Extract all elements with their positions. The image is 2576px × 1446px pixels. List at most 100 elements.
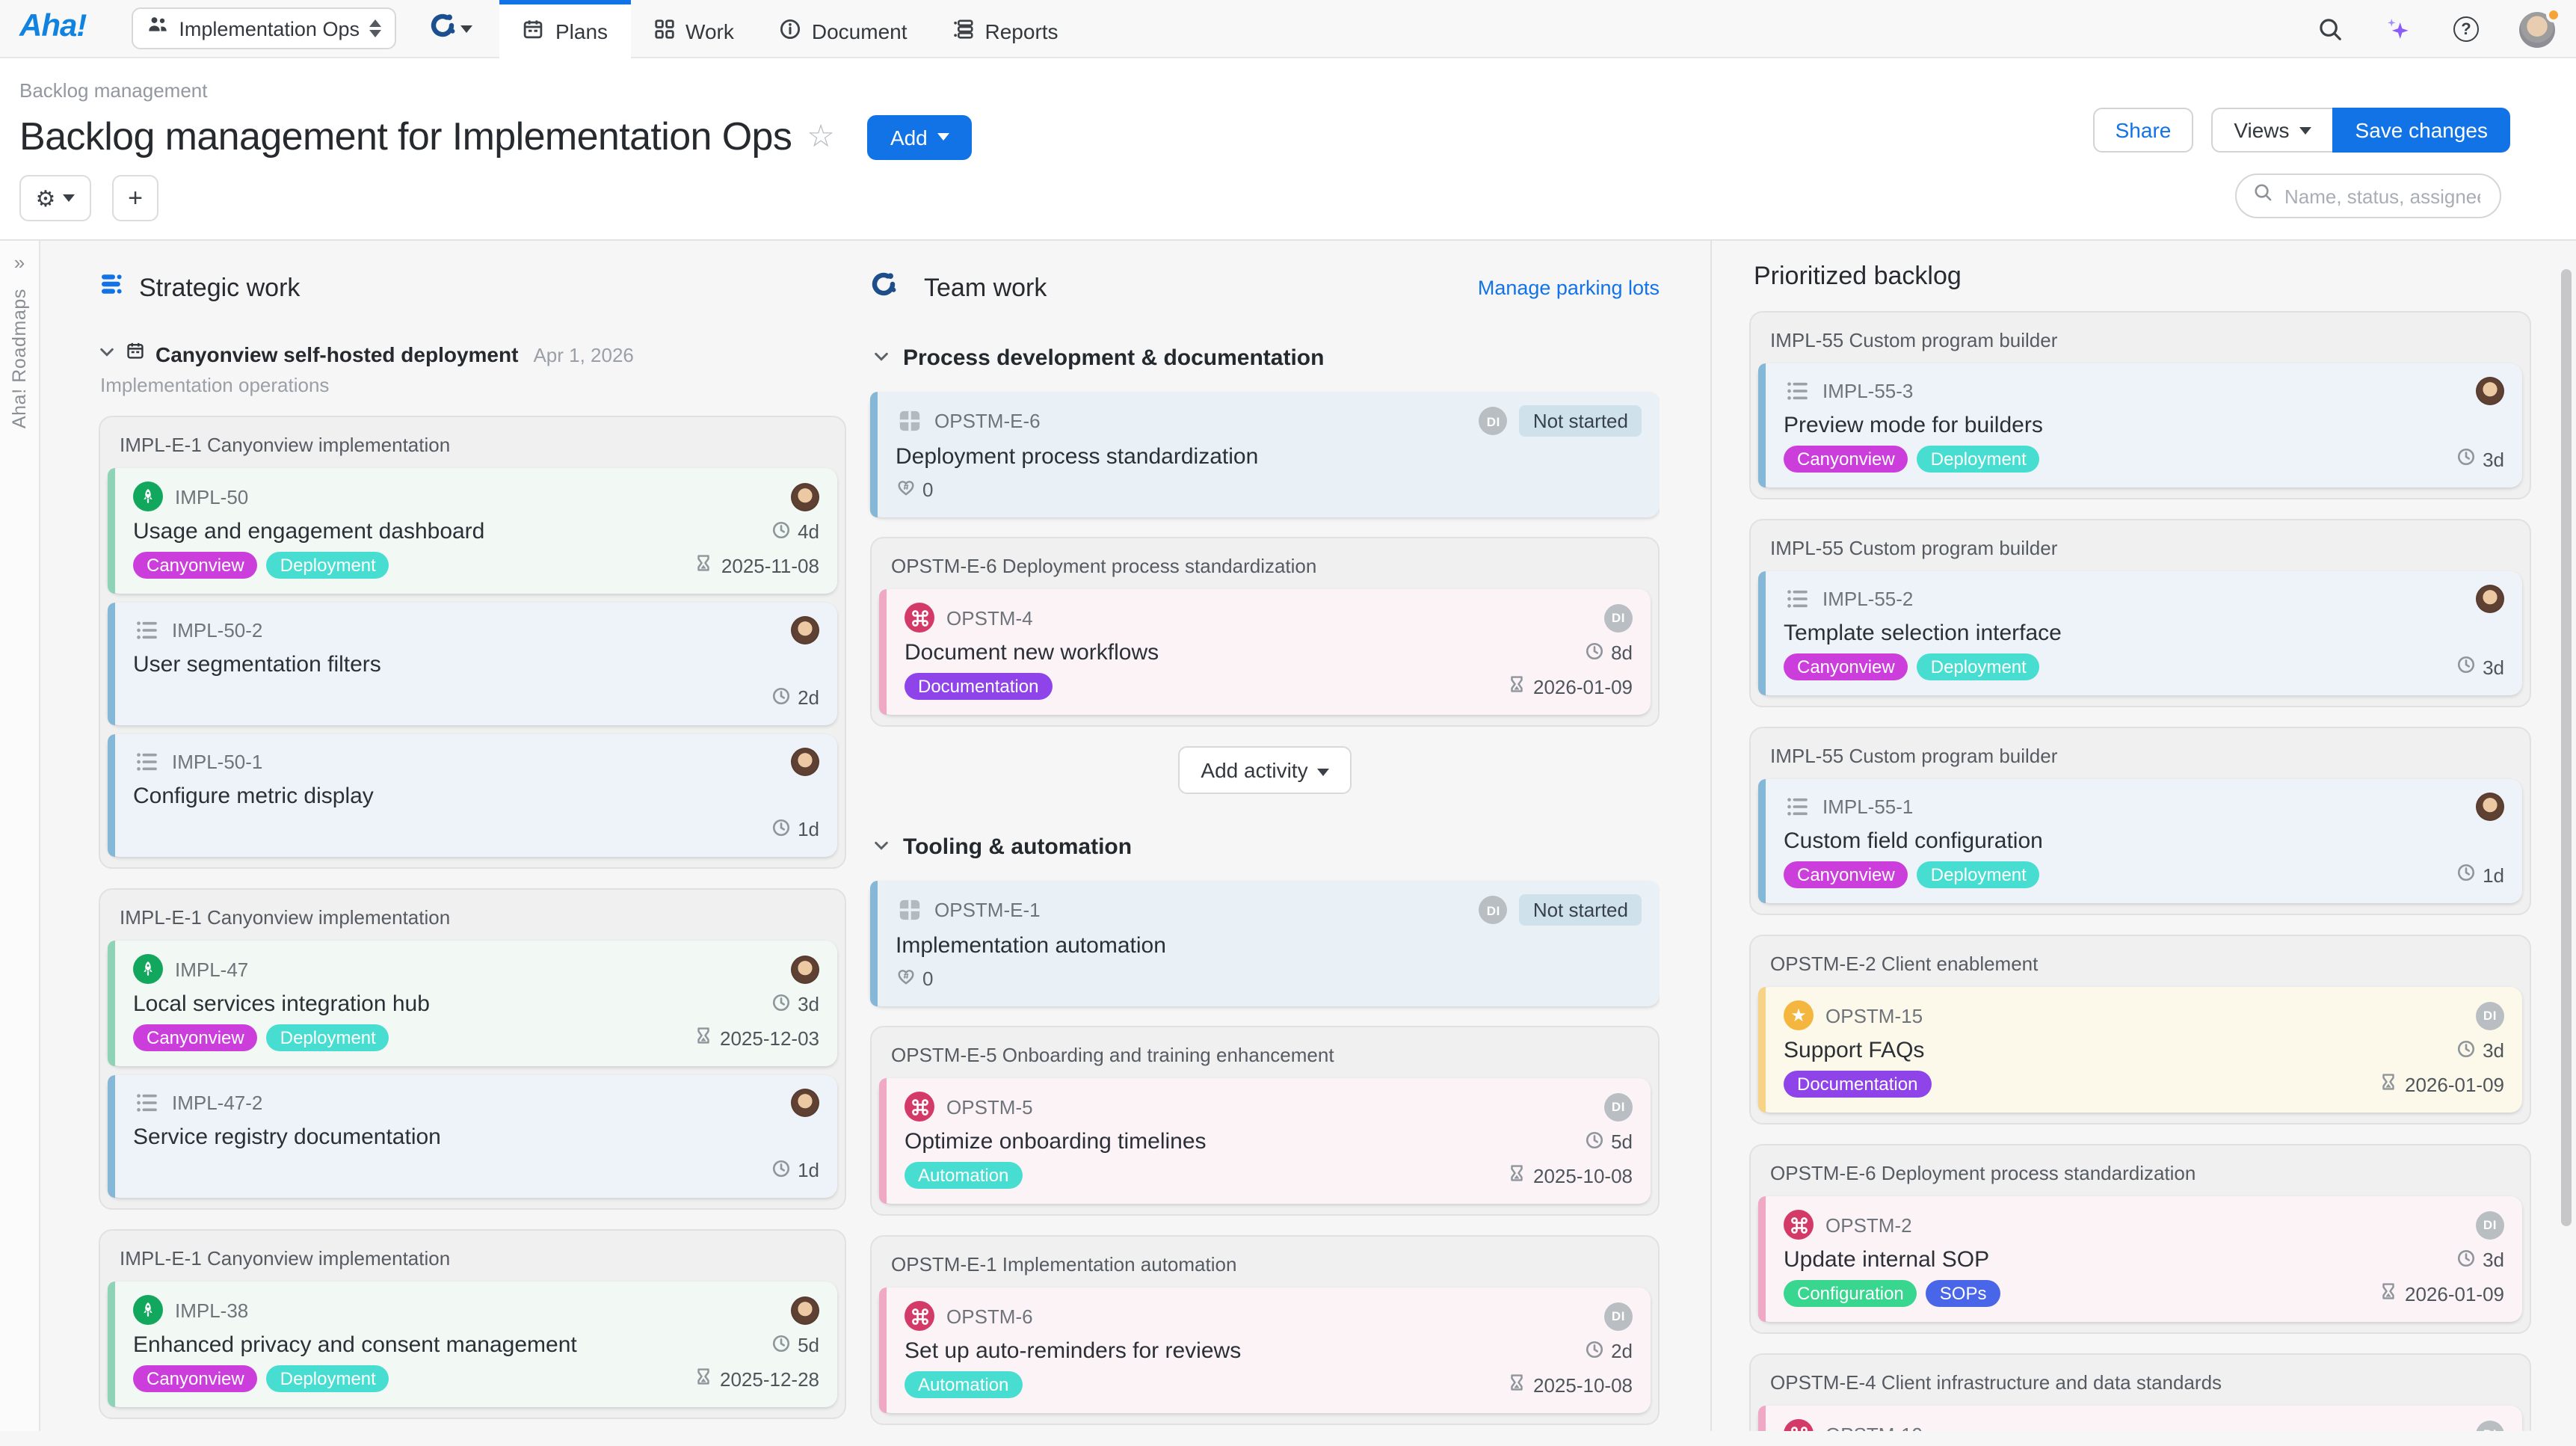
card-OPSTM-E-6[interactable]: OPSTM-E-6DINot startedDeployment process…: [870, 392, 1660, 517]
add-button[interactable]: Add: [868, 114, 973, 159]
card-accent-bar: [108, 468, 115, 594]
workspace-selector[interactable]: Implementation Ops: [131, 7, 397, 49]
tab-plans[interactable]: Plans: [500, 0, 630, 57]
card-accent-bar: [108, 734, 115, 857]
activity-icon: [905, 1301, 934, 1331]
card-id-row: OPSTM-5DI: [905, 1092, 1633, 1122]
card-OPSTM-6[interactable]: OPSTM-6DISet up auto-reminders for revie…: [879, 1287, 1651, 1413]
hourglass-icon: [2378, 1282, 2397, 1305]
group-header[interactable]: OPSTM-E-6 Deployment process standardiza…: [879, 546, 1651, 589]
meta-value: 8d: [1611, 642, 1633, 664]
card-IMPL-50-1[interactable]: IMPL-50-1Configure metric display1d: [108, 734, 837, 857]
release-date: Apr 1, 2026: [533, 343, 633, 366]
settings-gear-button[interactable]: ⚙: [19, 175, 91, 221]
card-IMPL-47[interactable]: IMPL-47Local services integration hub3dC…: [108, 941, 837, 1066]
card-accent-bar: [879, 1078, 887, 1204]
group-header[interactable]: IMPL-E-1 Canyonview implementation: [108, 1238, 837, 1282]
card-title-row: Configure metric display: [133, 784, 819, 809]
top-chrome: Aha! Implementation Ops PlansWorkDocumen…: [0, 0, 2576, 241]
ai-sparkle-icon[interactable]: [2383, 14, 2413, 44]
section-heading[interactable]: Process development & documentation: [873, 345, 1657, 371]
hourglass-icon: [1506, 1163, 1526, 1187]
card-title-row: Local services integration hub3d: [133, 991, 819, 1017]
card-OPSTM-5[interactable]: OPSTM-5DIOptimize onboarding timelines5d…: [879, 1078, 1651, 1204]
activity-icon: [1784, 1210, 1814, 1240]
card-IMPL-55-3[interactable]: IMPL-55-3Preview mode for buildersCanyon…: [1758, 363, 2522, 487]
card-IMPL-50[interactable]: IMPL-50Usage and engagement dashboard4dC…: [108, 468, 837, 594]
card-id-row: OPSTM-4DI: [905, 603, 1633, 633]
share-button[interactable]: Share: [2093, 108, 2194, 153]
epic-icon: [896, 896, 922, 923]
tab-document[interactable]: Document: [757, 0, 930, 57]
add-panel-button[interactable]: +: [112, 175, 158, 221]
section-heading[interactable]: Tooling & automation: [873, 834, 1657, 860]
duration-meta: 5d: [771, 1333, 819, 1357]
card-accent-bar: [870, 881, 878, 1006]
user-avatar[interactable]: [2519, 11, 2555, 47]
card-tags-row: CanyonviewDeployment3d: [1784, 653, 2504, 680]
group-header[interactable]: IMPL-E-1 Canyonview implementation: [108, 425, 837, 468]
filter-search-input[interactable]: [2281, 183, 2483, 209]
report-icon: [952, 17, 975, 44]
manage-parking-lots-link[interactable]: Manage parking lots: [1478, 277, 1660, 299]
group-header[interactable]: OPSTM-E-5 Onboarding and training enhanc…: [879, 1035, 1651, 1078]
card-IMPL-50-2[interactable]: IMPL-50-2User segmentation filters2d: [108, 603, 837, 725]
section-heading-label: Process development & documentation: [903, 345, 1324, 371]
card-tags-row: CanyonviewDeployment2025-11-08: [133, 552, 819, 579]
breadcrumb[interactable]: Backlog management: [0, 58, 2576, 102]
sidebar-product-label: Aha! Roadmaps: [9, 289, 30, 428]
tab-work[interactable]: Work: [630, 0, 757, 57]
save-changes-button[interactable]: Save changes: [2333, 108, 2510, 153]
strategic-work-title: Strategic work: [139, 273, 300, 303]
card-IMPL-55-2[interactable]: IMPL-55-2Template selection interfaceCan…: [1758, 571, 2522, 695]
views-button[interactable]: Views: [2211, 108, 2332, 153]
card-OPSTM-19[interactable]: OPSTM-19DIReview VPN setup process for c…: [1758, 1406, 2522, 1431]
help-icon[interactable]: ?: [2453, 16, 2479, 42]
card-title: User segmentation filters: [133, 652, 381, 677]
group-header[interactable]: OPSTM-E-4 Client infrastructure and data…: [1758, 1362, 2522, 1406]
group-header[interactable]: IMPL-55 Custom program builder: [1758, 528, 2522, 571]
tab-reports[interactable]: Reports: [930, 0, 1081, 57]
group-header[interactable]: IMPL-E-1 Canyonview implementation: [108, 897, 837, 941]
release-toggle[interactable]: Canyonview self-hosted deployment Apr 1,…: [99, 341, 846, 368]
card-id: IMPL-55-1: [1822, 796, 1913, 818]
release-header: Canyonview self-hosted deployment Apr 1,…: [99, 341, 846, 396]
requirement-list-icon: [1784, 585, 1811, 612]
expand-sidebar-icon[interactable]: »: [14, 251, 25, 274]
collapsed-sidebar[interactable]: » Aha! Roadmaps: [0, 241, 40, 1431]
scrollbar[interactable]: [2560, 241, 2573, 1431]
card-tags: CanyonviewDeployment: [133, 1365, 389, 1392]
group-header[interactable]: OPSTM-E-2 Client enablement: [1758, 944, 2522, 987]
card-tags: CanyonviewDeployment: [133, 552, 389, 579]
meta-value: 5d: [798, 1334, 819, 1356]
card-OPSTM-4[interactable]: OPSTM-4DIDocument new workflows8dDocumen…: [879, 589, 1651, 715]
add-activity-button[interactable]: Add activity: [1178, 746, 1351, 794]
search-icon[interactable]: [2317, 16, 2343, 42]
card-OPSTM-E-1[interactable]: OPSTM-E-1DINot startedImplementation aut…: [870, 881, 1660, 1006]
duration-meta: 3d: [2456, 1248, 2504, 1272]
workspace-label: Implementation Ops: [179, 17, 360, 40]
card-IMPL-38[interactable]: IMPL-38Enhanced privacy and consent mana…: [108, 1282, 837, 1407]
clock-icon: [1584, 1339, 1603, 1363]
feature-rocket-icon: [133, 954, 163, 984]
meta-value: 2025-12-28: [720, 1367, 819, 1390]
card-IMPL-47-2[interactable]: IMPL-47-2Service registry documentation1…: [108, 1075, 837, 1198]
hourglass-icon: [693, 1367, 712, 1391]
due-date-meta: 2025-10-08: [1506, 1373, 1633, 1397]
favorite-star-icon[interactable]: ☆: [807, 118, 835, 156]
aha-logo[interactable]: Aha!: [19, 9, 86, 45]
scrollbar-thumb[interactable]: [2561, 269, 2572, 1226]
group-header[interactable]: IMPL-55 Custom program builder: [1758, 736, 2522, 779]
group-header[interactable]: OPSTM-E-6 Deployment process standardiza…: [1758, 1153, 2522, 1196]
card-OPSTM-2[interactable]: OPSTM-2DIUpdate internal SOP3dConfigurat…: [1758, 1196, 2522, 1322]
card-IMPL-55-1[interactable]: IMPL-55-1Custom field configurationCanyo…: [1758, 779, 2522, 903]
clock-icon: [1584, 641, 1603, 665]
card-id-row: OPSTM-6DI: [905, 1301, 1633, 1331]
presence-badge: [2546, 7, 2561, 22]
duration-meta: 4d: [771, 520, 819, 544]
card-OPSTM-15[interactable]: ★OPSTM-15DISupport FAQs3dDocumentation20…: [1758, 987, 2522, 1113]
group-header[interactable]: IMPL-55 Custom program builder: [1758, 320, 2522, 363]
group-header[interactable]: OPSTM-E-1 Implementation automation: [879, 1244, 1651, 1287]
product-switcher[interactable]: [430, 11, 473, 46]
card-title: Service registry documentation: [133, 1125, 441, 1150]
